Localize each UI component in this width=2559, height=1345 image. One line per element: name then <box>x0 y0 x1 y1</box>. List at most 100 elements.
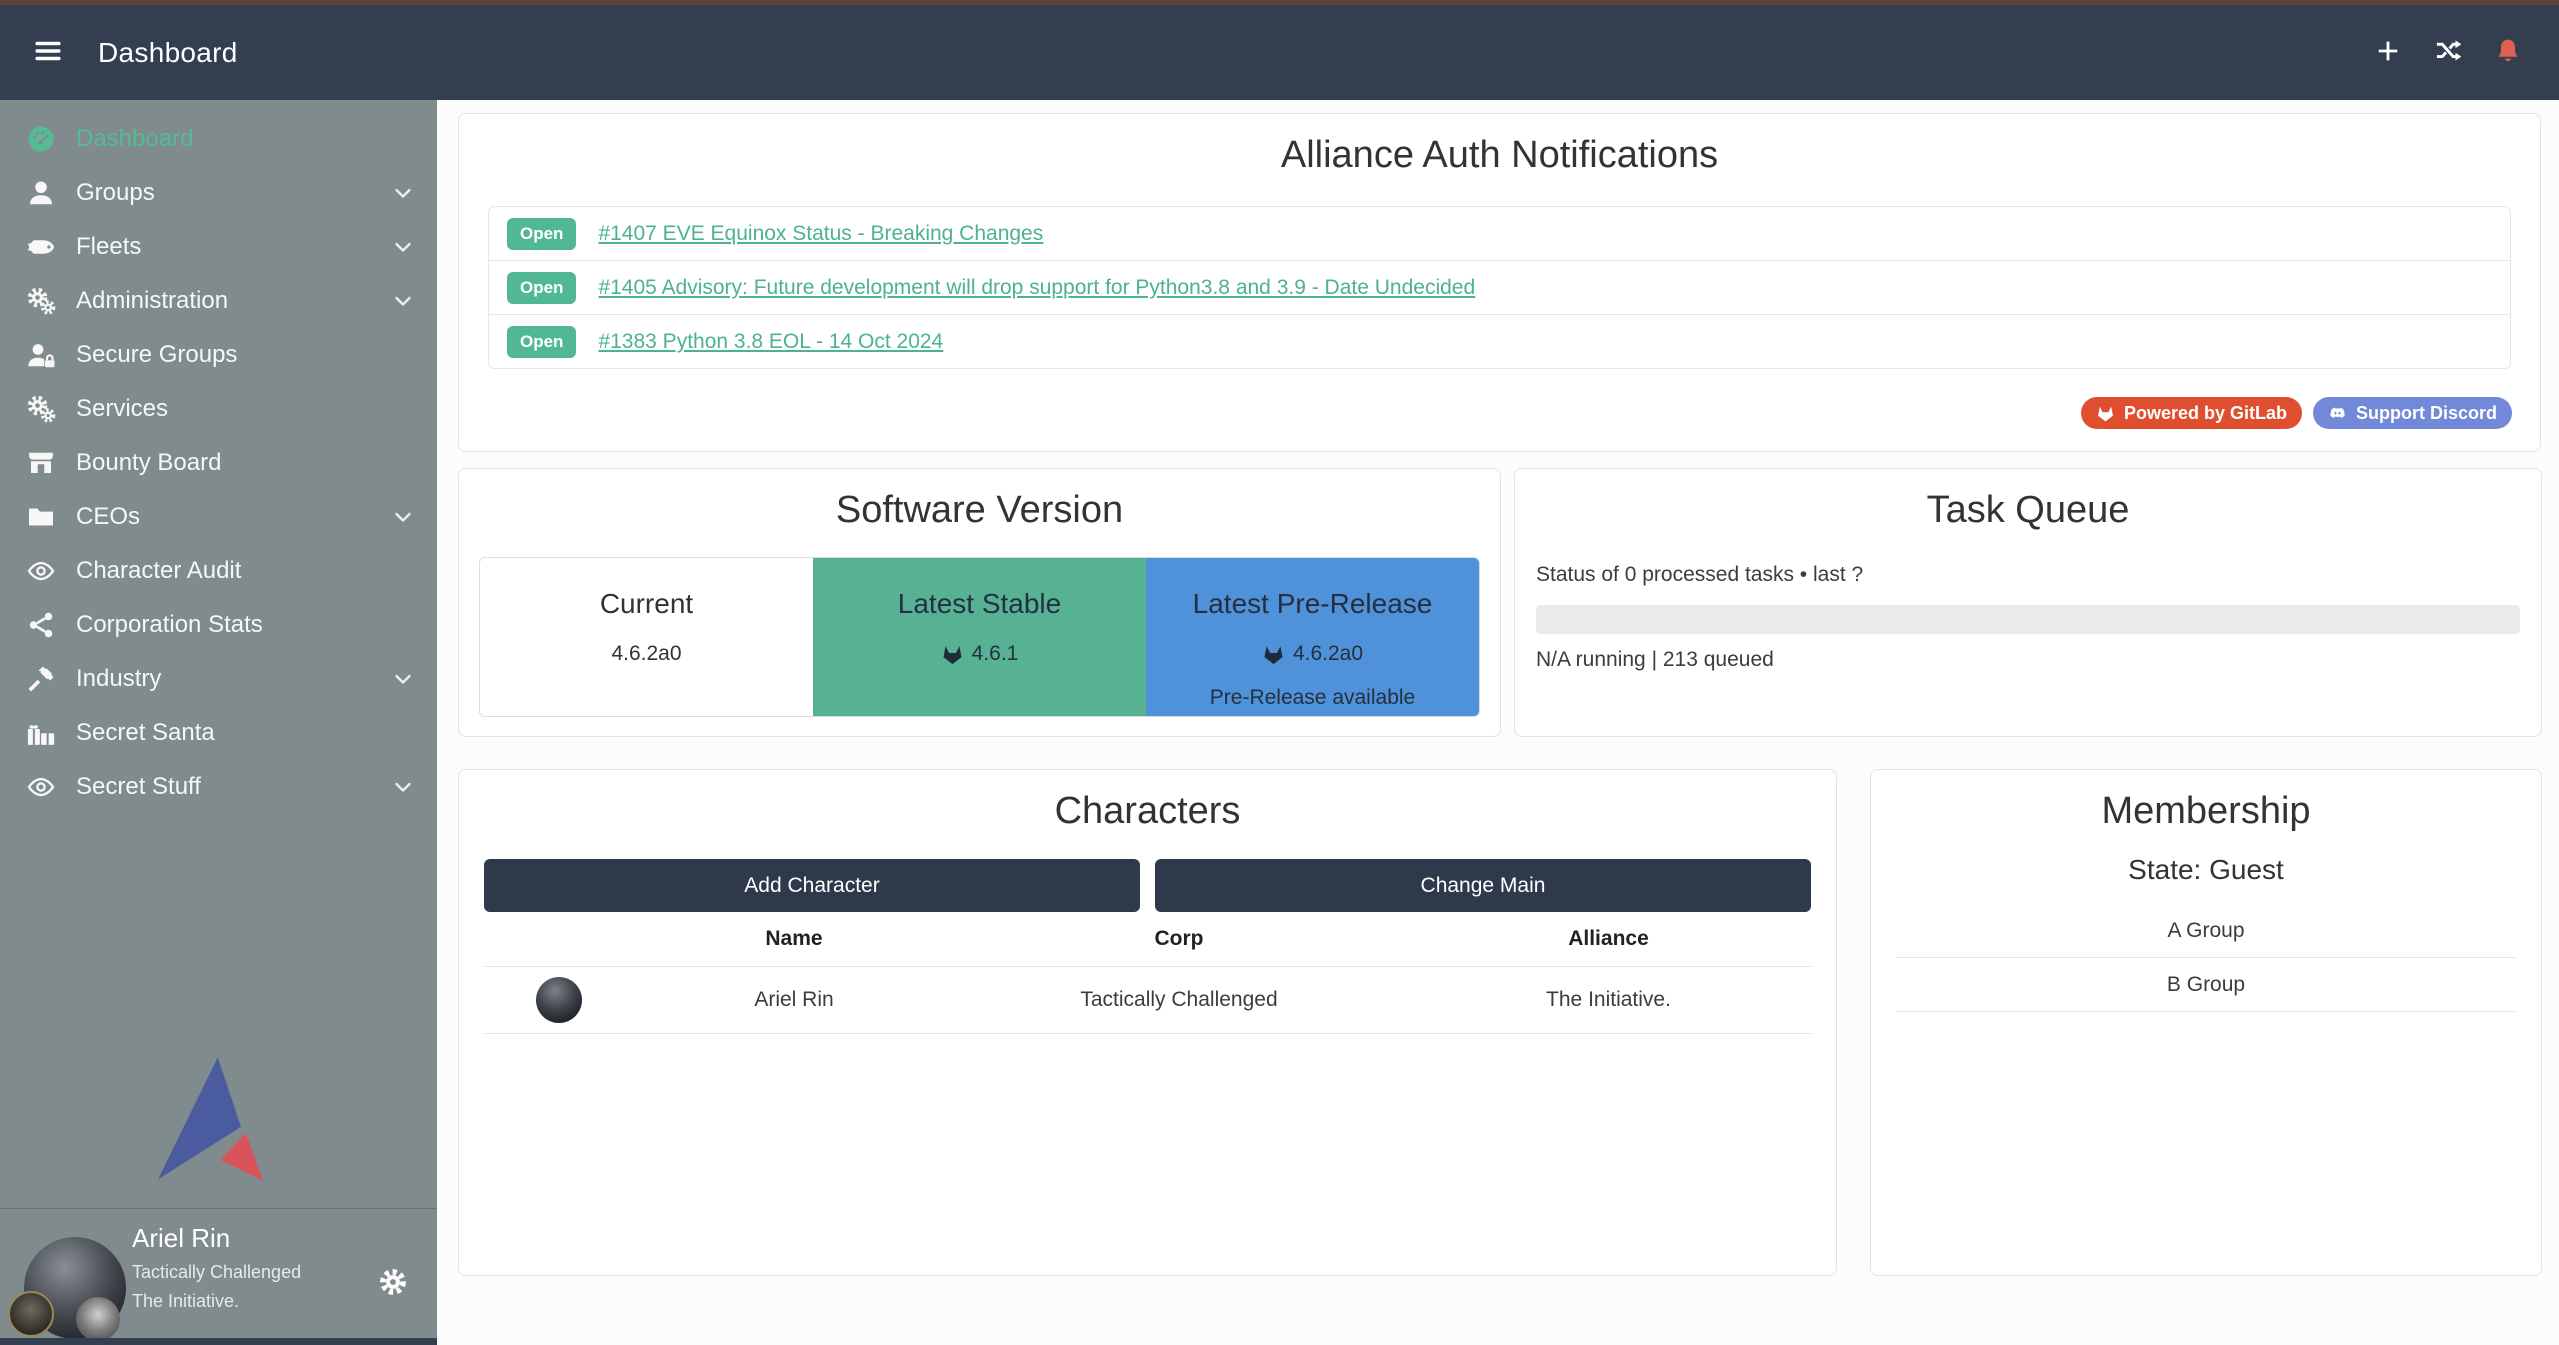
chevron-down-icon <box>391 505 415 529</box>
alliance-logo-badge <box>76 1297 120 1341</box>
user-settings-button[interactable] <box>375 1265 411 1301</box>
notifications-title: Alliance Auth Notifications <box>459 132 2540 178</box>
gitlab-icon <box>1262 643 1285 666</box>
add-button[interactable] <box>2371 36 2405 70</box>
name-column-header: Name <box>634 912 954 966</box>
avatar-column-header <box>484 912 634 966</box>
prerelease-note: Pre-Release available <box>1146 686 1479 710</box>
software-version-panel: Software Version Current 4.6.2a0 Latest … <box>458 468 1501 737</box>
notification-row: Open #1383 Python 3.8 EOL - 14 Oct 2024 <box>488 314 2511 369</box>
sidebar-item-fleets[interactable]: Fleets <box>0 220 437 274</box>
eye-icon <box>24 772 58 802</box>
task-progress-bar <box>1536 605 2520 634</box>
status-badge: Open <box>507 326 576 358</box>
sidebar-item-administration[interactable]: Administration <box>0 274 437 328</box>
folder-icon <box>24 502 58 532</box>
group-list-item: B Group <box>1896 958 2516 1012</box>
notifications-list: Open #1407 EVE Equinox Status - Breaking… <box>488 206 2511 369</box>
sidebar-item-dashboard[interactable]: Dashboard <box>0 112 437 166</box>
sidebar-bottom-strip <box>0 1338 437 1345</box>
chevron-down-icon <box>391 667 415 691</box>
user-panel: Ariel Rin Tactically Challenged The Init… <box>0 1208 437 1338</box>
version-label: Current <box>480 588 813 620</box>
version-current-cell: Current 4.6.2a0 <box>480 558 813 716</box>
main-content: Alliance Auth Notifications Open #1407 E… <box>437 100 2559 1345</box>
sidebar-item-industry[interactable]: Industry <box>0 652 437 706</box>
version-prerelease-cell: Latest Pre-Release 4.6.2a0 Pre-Release a… <box>1146 558 1479 716</box>
shuffle-icon <box>2434 37 2462 65</box>
space-shuttle-icon <box>24 232 58 262</box>
task-status-text: Status of 0 processed tasks • last ? <box>1536 563 2520 587</box>
alliance-auth-dashboard: Dashboard Dashboard Groups <box>0 0 2559 1345</box>
user-alliance: The Initiative. <box>132 1291 301 1312</box>
gear-icon <box>377 1266 409 1298</box>
gifts-icon <box>24 718 58 748</box>
add-character-button[interactable]: Add Character <box>484 859 1140 912</box>
task-queue-text: N/A running | 213 queued <box>1536 648 2520 672</box>
plus-icon <box>2374 37 2402 65</box>
status-badge: Open <box>507 218 576 250</box>
sidebar-item-secure-groups[interactable]: Secure Groups <box>0 328 437 382</box>
sidebar-nav: Dashboard Groups Fleets Administration S… <box>0 100 437 814</box>
gitlab-icon <box>2096 404 2115 423</box>
support-discord-badge[interactable]: Support Discord <box>2313 397 2512 429</box>
user-name: Ariel Rin <box>132 1223 301 1254</box>
notification-row: Open #1405 Advisory: Future development … <box>488 260 2511 315</box>
user-info: Ariel Rin Tactically Challenged The Init… <box>132 1223 301 1312</box>
characters-panel: Characters Add Character Change Main Nam… <box>458 769 1837 1276</box>
membership-groups: A Group B Group <box>1896 904 2516 1012</box>
hammer-icon <box>24 664 58 694</box>
gitlab-icon <box>941 643 964 666</box>
membership-state: State: Guest <box>1871 854 2541 886</box>
menu-toggle-button[interactable] <box>28 33 68 73</box>
version-label: Latest Pre-Release <box>1146 588 1479 620</box>
characters-table: Name Corp Alliance Ariel Rin Tactically … <box>484 912 1813 1034</box>
chevron-down-icon <box>391 181 415 205</box>
cogs-icon <box>24 286 58 316</box>
chevron-down-icon <box>391 235 415 259</box>
eye-icon <box>24 556 58 586</box>
powered-by-gitlab-badge[interactable]: Powered by GitLab <box>2081 397 2302 429</box>
sidebar-item-secret-stuff[interactable]: Secret Stuff <box>0 760 437 814</box>
notification-link[interactable]: #1383 Python 3.8 EOL - 14 Oct 2024 <box>598 330 943 354</box>
user-corp: Tactically Challenged <box>132 1262 301 1283</box>
sidebar-item-character-audit[interactable]: Character Audit <box>0 544 437 598</box>
sidebar-item-services[interactable]: Services <box>0 382 437 436</box>
characters-title: Characters <box>459 788 1836 834</box>
task-queue-title: Task Queue <box>1515 487 2541 533</box>
sidebar-item-groups[interactable]: Groups <box>0 166 437 220</box>
version-grid: Current 4.6.2a0 Latest Stable 4.6.1 Late… <box>479 557 1480 717</box>
chevron-down-icon <box>391 289 415 313</box>
notification-row: Open #1407 EVE Equinox Status - Breaking… <box>488 206 2511 261</box>
sidebar-item-secret-santa[interactable]: Secret Santa <box>0 706 437 760</box>
page-title: Dashboard <box>98 37 238 69</box>
bell-icon <box>2494 37 2522 65</box>
user-lock-icon <box>24 340 58 370</box>
notifications-button[interactable] <box>2491 36 2525 70</box>
sidebar-item-ceos[interactable]: CEOs <box>0 490 437 544</box>
characters-buttons: Add Character Change Main <box>484 859 1811 912</box>
store-icon <box>24 448 58 478</box>
cogs-icon <box>24 394 58 424</box>
membership-panel: Membership State: Guest A Group B Group <box>1870 769 2542 1276</box>
alliance-auth-logo <box>158 1057 280 1187</box>
character-alliance: The Initiative. <box>1404 966 1813 1033</box>
discord-icon <box>2328 404 2347 423</box>
version-label: Latest Stable <box>813 588 1146 620</box>
shuffle-button[interactable] <box>2431 36 2465 70</box>
top-bar: Dashboard <box>0 0 2559 100</box>
user-icon <box>24 178 58 208</box>
notification-link[interactable]: #1407 EVE Equinox Status - Breaking Chan… <box>598 222 1043 246</box>
version-value: 4.6.2a0 <box>611 642 681 666</box>
status-badge: Open <box>507 272 576 304</box>
corp-column-header: Corp <box>954 912 1404 966</box>
version-value: 4.6.2a0 <box>1293 642 1363 666</box>
sidebar-item-corporation-stats[interactable]: Corporation Stats <box>0 598 437 652</box>
notification-link[interactable]: #1405 Advisory: Future development will … <box>598 276 1475 300</box>
character-corp: Tactically Challenged <box>954 966 1404 1033</box>
change-main-button[interactable]: Change Main <box>1155 859 1811 912</box>
sidebar: Dashboard Groups Fleets Administration S… <box>0 100 437 1345</box>
sidebar-item-bounty-board[interactable]: Bounty Board <box>0 436 437 490</box>
membership-title: Membership <box>1871 788 2541 834</box>
group-list-item: A Group <box>1896 904 2516 958</box>
